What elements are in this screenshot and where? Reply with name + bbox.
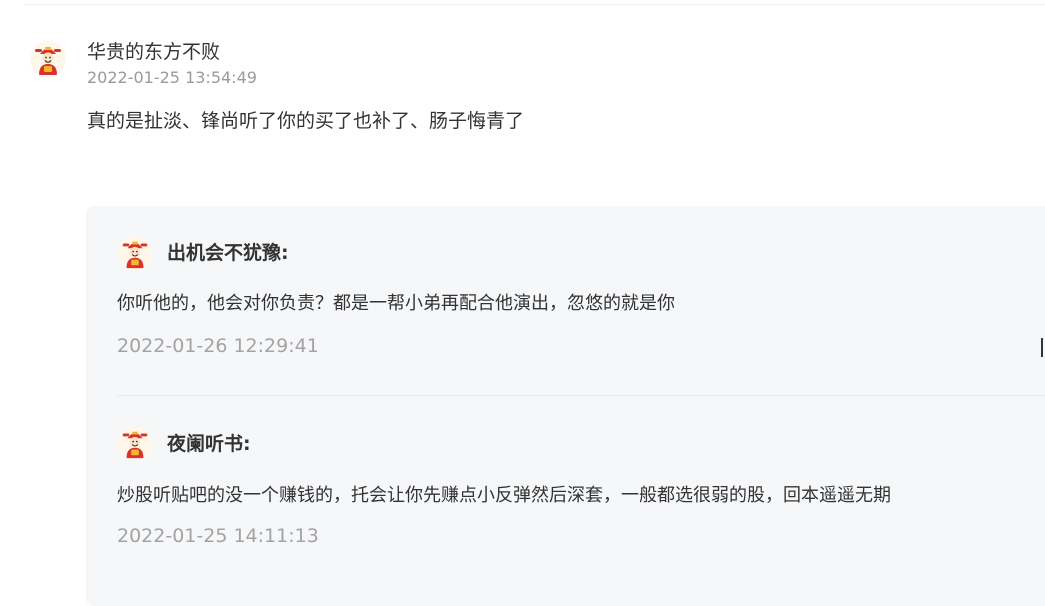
reply-avatar[interactable] (118, 426, 152, 460)
god-of-wealth-avatar-icon (118, 236, 152, 270)
top-divider (24, 4, 1045, 5)
reply-timestamp: 2022-01-26 12:29:41 (117, 335, 319, 357)
reply-author[interactable]: 出机会不犹豫: (167, 238, 289, 265)
reply-divider (117, 395, 1045, 396)
reply-author[interactable]: 夜阑听书: (167, 429, 251, 456)
god-of-wealth-avatar-icon (118, 426, 152, 460)
comment-avatar[interactable] (30, 41, 66, 77)
reply-content: 你听他的，他会对你负责？都是一帮小弟再配合他演出，忽悠的就是你 (117, 293, 675, 314)
reply-timestamp: 2022-01-25 14:11:13 (117, 525, 319, 547)
reply-content: 炒股听贴吧的没一个赚钱的，托会让你先赚点小反弹然后深套，一般都选很弱的股，回本遥… (117, 485, 891, 506)
comment-author[interactable]: 华贵的东方不败 (87, 37, 220, 64)
reply-avatar[interactable] (118, 236, 152, 270)
comment-timestamp: 2022-01-25 13:54:49 (87, 68, 257, 87)
comment-content: 真的是扯淡、锋尚听了你的买了也补了、肠子悔青了 (87, 110, 525, 132)
text-cursor (1041, 338, 1043, 357)
god-of-wealth-avatar-icon (30, 41, 66, 77)
